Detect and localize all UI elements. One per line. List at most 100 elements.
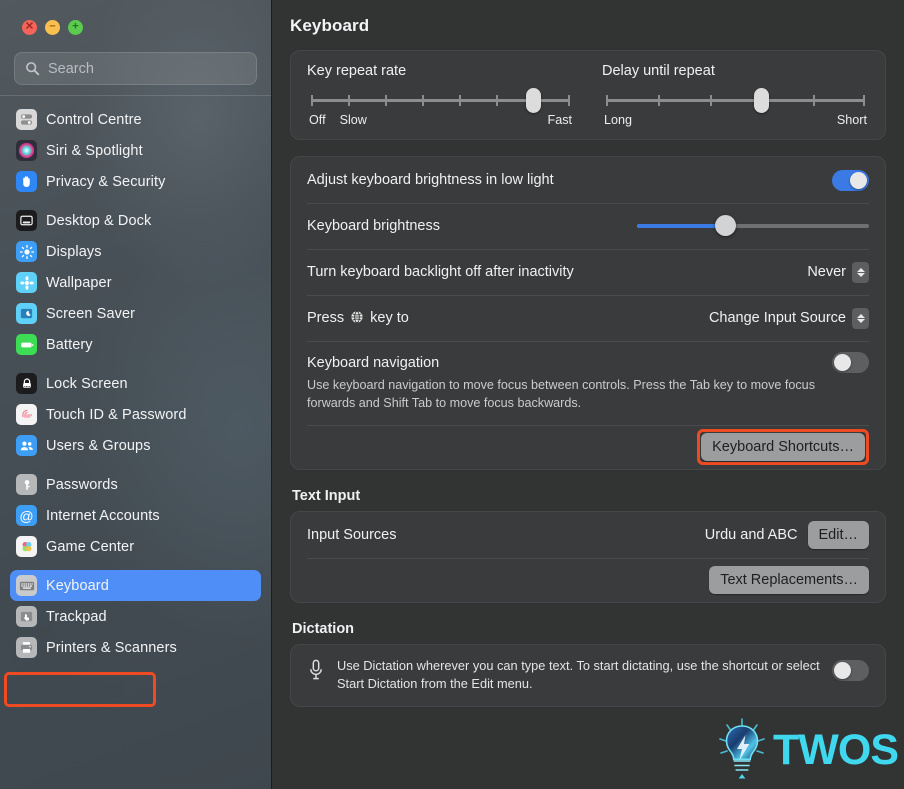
row-text-replacements: Text Replacements… — [307, 557, 869, 602]
sidebar-item-siri-spotlight[interactable]: Siri & Spotlight — [10, 135, 261, 166]
sidebar-item-displays[interactable]: Displays — [10, 236, 261, 267]
adjust-low-light-label: Adjust keyboard brightness in low light — [307, 172, 554, 188]
privacy-hand-icon — [16, 171, 37, 192]
toggle-thumb — [834, 661, 851, 679]
row-keyboard-brightness: Keyboard brightness — [307, 203, 869, 249]
minimize-button[interactable]: − — [45, 20, 60, 35]
key-repeat-slow-label: Slow — [339, 113, 367, 127]
slider-tick — [863, 95, 865, 106]
sidebar-item-printers-scanners[interactable]: Printers & Scanners — [10, 632, 261, 663]
lock-screen-icon — [16, 373, 37, 394]
sidebar-item-label: Screen Saver — [46, 305, 136, 322]
keyboard-brightness-slider[interactable] — [637, 215, 869, 236]
slider-tick — [347, 95, 350, 106]
search-field[interactable]: Search — [14, 52, 257, 85]
slider-tick — [495, 95, 498, 106]
globe-key-label-after: key to — [370, 310, 409, 326]
keyboard-shortcuts-button[interactable]: Keyboard Shortcuts… — [701, 432, 865, 461]
sidebar-item-control-centre[interactable]: Control Centre — [10, 104, 261, 135]
keyboard-selection-highlight — [4, 672, 156, 707]
toggle-thumb — [834, 354, 851, 371]
main-content: Keyboard Key repeat rate Off Slow Fast D… — [272, 0, 904, 789]
sidebar-item-label: Wallpaper — [46, 274, 112, 291]
sidebar-item-lock-screen[interactable]: Lock Screen — [10, 368, 261, 399]
backlight-off-label: Turn keyboard backlight off after inacti… — [307, 264, 574, 280]
row-input-sources: Input Sources Urdu and ABC Edit… — [307, 512, 869, 558]
delay-until-repeat-slider[interactable] — [606, 88, 865, 113]
keyboard-brightness-label: Keyboard brightness — [307, 218, 440, 234]
slider-knob[interactable] — [715, 215, 737, 236]
chevron-updown-icon[interactable] — [852, 261, 869, 283]
sidebar-item-label: Touch ID & Password — [46, 406, 187, 423]
delay-until-repeat-label: Delay until repeat — [602, 63, 715, 79]
internet-accounts-icon: @ — [16, 505, 37, 526]
keyboard-shortcuts-highlight: Keyboard Shortcuts… — [697, 428, 869, 465]
passwords-key-icon — [16, 474, 37, 495]
row-keyboard-shortcuts: Keyboard Shortcuts… — [307, 424, 869, 469]
text-replacements-button[interactable]: Text Replacements… — [709, 565, 869, 594]
sidebar-item-screen-saver[interactable]: Screen Saver — [10, 298, 261, 329]
key-repeat-card: Key repeat rate Off Slow Fast Delay unti… — [290, 50, 886, 140]
delay-short-label: Short — [836, 113, 867, 127]
keyboard-navigation-label: Keyboard navigation — [307, 354, 440, 371]
battery-icon — [16, 334, 37, 355]
dictation-card: Use Dictation wherever you can type text… — [290, 643, 886, 707]
search-container: Search — [0, 48, 271, 95]
slider-tick — [568, 95, 570, 106]
sidebar-item-wallpaper[interactable]: Wallpaper — [10, 267, 261, 298]
screen-saver-icon — [16, 303, 37, 324]
sidebar-item-game-center[interactable]: Game Center — [10, 531, 261, 562]
sidebar-group: Lock Screen Touch ID & Password Users & … — [10, 364, 261, 465]
sidebar: ✕ − + Search Control Centre Siri & Spotl… — [0, 0, 272, 789]
sidebar-item-label: Siri & Spotlight — [46, 142, 143, 159]
sidebar-item-passwords[interactable]: Passwords — [10, 469, 261, 500]
sidebar-item-label: Privacy & Security — [46, 173, 166, 190]
slider-tick — [311, 95, 313, 106]
sidebar-item-label: Trackpad — [46, 608, 107, 625]
page-title: Keyboard — [290, 16, 370, 35]
sidebar-item-users-groups[interactable]: Users & Groups — [10, 430, 261, 461]
globe-key-popup[interactable]: Change Input Source — [708, 307, 869, 329]
sidebar-item-battery[interactable]: Battery — [10, 329, 261, 360]
sidebar-item-keyboard[interactable]: Keyboard — [10, 570, 261, 601]
maximize-button[interactable]: + — [68, 20, 83, 35]
slider-fill — [637, 224, 726, 228]
slider-tick — [458, 95, 461, 106]
slider-tick — [384, 95, 387, 106]
game-center-icon — [16, 536, 37, 557]
sidebar-item-privacy-security[interactable]: Privacy & Security — [10, 166, 261, 197]
dictation-toggle[interactable] — [832, 659, 869, 681]
close-button[interactable]: ✕ — [22, 20, 37, 35]
siri-icon — [16, 140, 37, 161]
input-sources-edit-button[interactable]: Edit… — [807, 520, 869, 549]
input-sources-value: Urdu and ABC — [704, 526, 798, 543]
sidebar-item-trackpad[interactable]: Trackpad — [10, 601, 261, 632]
sidebar-group: Control Centre Siri & Spotlight Privacy … — [10, 100, 261, 201]
sidebar-item-desktop-dock[interactable]: Desktop & Dock — [10, 205, 261, 236]
sidebar-group: Desktop & Dock Displays Wallpaper Screen… — [10, 201, 261, 364]
globe-key-label-before: Press — [307, 310, 345, 326]
backlight-off-value: Never — [807, 264, 846, 280]
sidebar-item-label: Game Center — [46, 538, 135, 555]
slider-knob[interactable] — [754, 88, 770, 113]
printers-scanners-icon — [16, 637, 37, 658]
sidebar-item-touch-id-password[interactable]: Touch ID & Password — [10, 399, 261, 430]
adjust-low-light-toggle[interactable] — [832, 169, 869, 191]
globe-icon — [351, 310, 363, 324]
row-keyboard-navigation: Keyboard navigation Use keyboard navigat… — [307, 341, 869, 425]
chevron-updown-icon[interactable] — [852, 307, 869, 329]
slider-knob[interactable] — [525, 88, 541, 113]
toggle-thumb — [850, 171, 867, 189]
system-settings-window: ✕ − + Search Control Centre Siri & Spotl… — [0, 0, 904, 789]
desktop-dock-icon — [16, 210, 37, 231]
key-repeat-fast-label: Fast — [547, 113, 573, 127]
keyboard-icon — [16, 575, 37, 596]
backlight-off-popup[interactable]: Never — [807, 261, 869, 283]
key-repeat-off-label: Off — [309, 113, 326, 127]
keyboard-navigation-toggle[interactable] — [832, 352, 869, 373]
trackpad-icon — [16, 606, 37, 627]
globe-key-value: Change Input Source — [708, 310, 846, 326]
slider-tick — [709, 95, 712, 106]
sidebar-item-internet-accounts[interactable]: @ Internet Accounts — [10, 500, 261, 531]
key-repeat-rate-slider[interactable] — [311, 88, 570, 113]
